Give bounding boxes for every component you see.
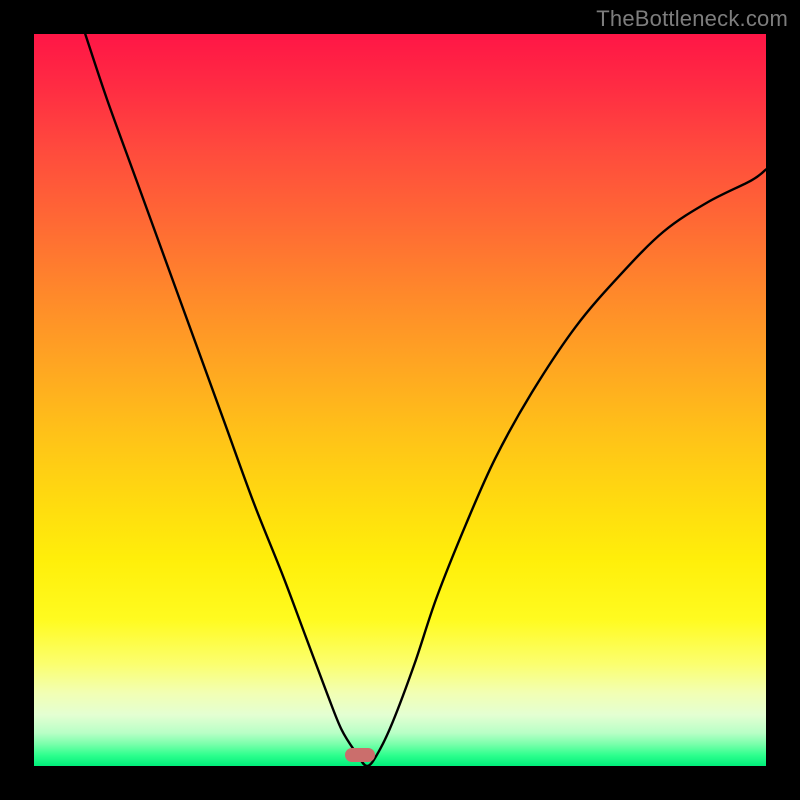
bottleneck-curve: [34, 34, 766, 766]
plot-area: [34, 34, 766, 766]
chart-frame: TheBottleneck.com: [0, 0, 800, 800]
watermark-text: TheBottleneck.com: [596, 6, 788, 32]
optimal-point-marker: [345, 748, 375, 762]
